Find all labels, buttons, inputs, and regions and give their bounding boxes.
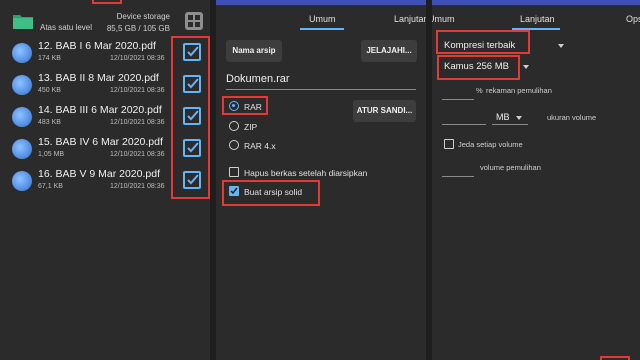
file-name: 13. BAB II 8 Mar 2020.pdf [38,72,159,84]
tab-advanced[interactable]: Lanjutan [394,14,426,24]
chevron-down-icon [523,65,529,69]
volume-size-label: ukuran volume [547,113,597,122]
rar-highlight [222,96,268,115]
file-name: 12. BAB I 6 Mar 2020.pdf [38,40,156,52]
delete-after-label: Hapus berkas setelah diarsipkan [244,168,368,178]
bottom-highlight [600,356,630,360]
file-date: 12/10/2021 08:36 [110,151,165,158]
chevron-down-icon [558,44,564,48]
top-bar [432,0,640,5]
pdf-file-icon [12,139,32,159]
radio-zip[interactable] [229,121,239,131]
storage-title: Device storage [116,12,170,21]
tab-advanced[interactable]: Lanjutan [520,14,555,24]
set-password-button[interactable]: ATUR SANDI... [353,100,416,122]
file-date: 12/10/2021 08:36 [110,55,165,62]
file-name: 14. BAB III 6 Mar 2020.pdf [38,104,162,116]
tab-general[interactable]: Umum [309,14,336,24]
solid-archive-highlight [222,180,320,206]
pause-volume-label: Jeda setiap volume [458,140,523,149]
delete-after-checkbox[interactable] [229,167,239,177]
radio-rar4-label: RAR 4.x [244,141,276,151]
tab-options[interactable]: Ops [626,14,640,24]
radio-zip-label: ZIP [244,122,258,132]
compression-highlight [436,30,530,54]
input-underline [226,89,416,90]
archive-advanced-panel: Umum Lanjutan Ops Kompresi terbaik Kamus… [432,0,640,360]
volume-size-input[interactable] [442,124,486,125]
parent-folder-label: Atas satu level [40,23,93,32]
volume-unit-select[interactable]: MB [496,112,510,122]
tab-general[interactable]: Umum [432,14,455,24]
pdf-file-icon [12,75,32,95]
storage-usage: 85,5 GB / 105 GB [106,24,170,33]
pdf-file-icon [12,43,32,63]
storage-info: Device storage 85,5 GB / 105 GB [107,11,170,35]
file-size: 174 KB [38,55,61,62]
pause-volume-checkbox[interactable] [444,139,454,149]
file-size: 67,1 KB [38,183,63,190]
highlight-marker [92,0,122,4]
file-name: 16. BAB V 9 Mar 2020.pdf [38,168,160,180]
browse-button[interactable]: JELAJAHI... [361,40,417,62]
unit-underline [492,124,528,125]
recovery-input[interactable] [442,99,474,100]
archive-general-panel: Umum Lanjutan Nama arsip JELAJAHI... Dok… [216,0,426,360]
recovery-volume-label: volume pemulihan [480,163,541,172]
file-browser-panel: Atas satu level Device storage 85,5 GB /… [0,0,210,360]
file-name: 15. BAB IV 6 Mar 2020.pdf [38,136,163,148]
top-bar [216,0,426,5]
file-size: 1,05 MB [38,151,65,158]
archive-name-input[interactable]: Dokumen.rar [226,73,290,85]
recovery-record-label: rekaman pemulihan [486,86,552,95]
pdf-file-icon [12,171,32,191]
recovery-volume-input[interactable] [442,176,474,177]
dictionary-highlight [437,55,520,80]
radio-rar4[interactable] [229,140,239,150]
grid-view-icon[interactable] [185,12,203,30]
file-date: 12/10/2021 08:36 [110,119,165,126]
pdf-file-icon [12,107,32,127]
tab-indicator [300,28,344,30]
file-size: 450 KB [38,87,61,94]
file-date: 12/10/2021 08:36 [110,87,165,94]
archive-name-button[interactable]: Nama arsip [226,40,282,62]
checkbox-highlight [171,36,210,199]
folder-icon [13,15,33,29]
chevron-down-icon [516,116,522,120]
file-size: 483 KB [38,119,61,126]
file-date: 12/10/2021 08:36 [110,183,165,190]
percent-unit: % [476,86,483,95]
